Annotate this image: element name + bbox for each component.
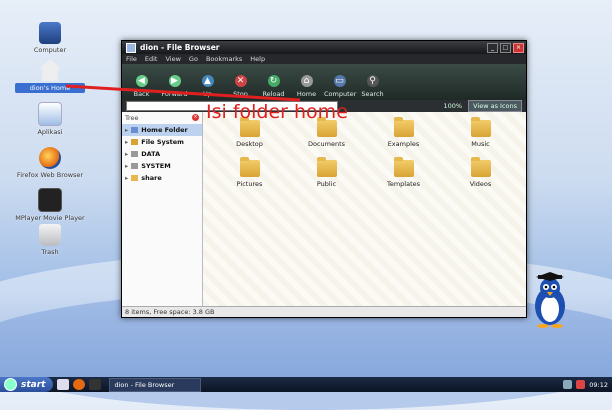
penguin-mascot-icon — [535, 272, 565, 328]
start-orb-icon — [4, 378, 17, 391]
annotation-arrow-line — [65, 84, 301, 102]
show-desktop-icon[interactable] — [57, 379, 70, 390]
terminal-quicklaunch-icon[interactable] — [89, 379, 102, 390]
annotation-text: Isi folder home — [206, 101, 348, 123]
start-label: start — [21, 379, 46, 390]
clock[interactable]: 09:12 — [589, 381, 608, 389]
network-icon[interactable] — [563, 380, 573, 389]
annotation-arrow — [65, 84, 301, 102]
firefox-quicklaunch-icon[interactable] — [73, 379, 86, 390]
taskbar-task-file-browser[interactable]: dion - File Browser — [109, 377, 202, 392]
system-tray: 09:12 — [563, 380, 612, 389]
taskbar: start dion - File Browser 09:12 — [0, 377, 612, 392]
volume-icon[interactable] — [576, 380, 586, 389]
start-button[interactable]: start — [0, 377, 54, 392]
